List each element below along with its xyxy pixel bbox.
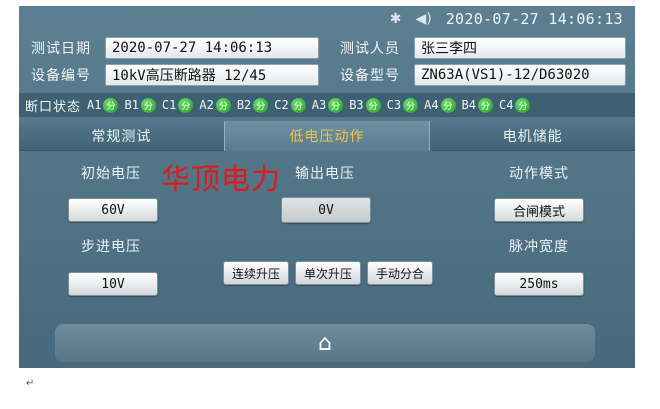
channel-b2: B2 分 xyxy=(236,97,269,113)
tab-low-voltage-action[interactable]: 低电压动作 xyxy=(223,121,431,151)
channel-a1: A1 分 xyxy=(87,97,119,113)
tester-field[interactable]: 张三李四 xyxy=(414,37,626,59)
channel-name: A4 xyxy=(424,98,439,112)
test-date-label: 测试日期 xyxy=(31,41,91,57)
channel-name: C2 xyxy=(274,98,289,112)
pulse-width-button[interactable]: 250ms xyxy=(494,272,584,296)
channel-name: A3 xyxy=(311,98,327,112)
device-no-label: 设备编号 xyxy=(31,68,91,84)
initial-voltage-button[interactable]: 60V xyxy=(68,198,158,222)
channel-state-indicator: 分 xyxy=(328,97,344,113)
channel-c2: C2 分 xyxy=(274,97,306,113)
break-status-bar: 断口状态 A1 分 B1 分 C1 分 A2 分 B2 分 C2 分 A3 分 B3 分 C3 分 A4 分 B4 分 C4… xyxy=(19,93,635,117)
channel-list: A1 分 B1 分 C1 分 A2 分 B2 分 C2 分 A3 分 B3 分 C3 分 A4 分 B4 分 C4 分 xyxy=(87,97,536,113)
break-status-label: 断口状态 xyxy=(25,99,82,115)
tester-label: 测试人员 xyxy=(340,41,400,57)
channel-name: A2 xyxy=(199,98,214,112)
bottom-nav-bar: ⌂ xyxy=(55,324,595,362)
channel-name: C1 xyxy=(161,98,177,112)
tab-bar: 常规测试 低电压动作 电机储能 xyxy=(19,121,635,151)
channel-c3: C3 分 xyxy=(386,97,419,113)
channel-c1: C1 分 xyxy=(161,97,194,113)
action-mode-button[interactable]: 合闸模式 xyxy=(494,198,584,222)
tab-motor-storage[interactable]: 电机储能 xyxy=(430,121,635,151)
channel-name: C3 xyxy=(386,98,402,112)
channel-state-indicator: 分 xyxy=(253,97,269,113)
channel-c4: C4 分 xyxy=(499,97,531,113)
info-row-2: 设备编号 10kV高压断路器 12/45 设备型号 ZN63A(VS1)-12/… xyxy=(19,62,635,88)
brand-watermark: 华顶电力 xyxy=(161,162,282,196)
channel-b1: B1 分 xyxy=(124,97,156,113)
step-voltage-button[interactable]: 10V xyxy=(68,272,158,296)
channel-a4: A4 分 xyxy=(424,97,456,113)
device-model-field[interactable]: ZN63A(VS1)-12/D63020 xyxy=(414,64,626,86)
home-icon[interactable]: ⌂ xyxy=(318,331,332,356)
tab-normal-test[interactable]: 常规测试 xyxy=(19,121,224,151)
channel-b3: B3 分 xyxy=(349,97,381,113)
channel-a2: A2 分 xyxy=(199,97,231,113)
clock: 2020-07-27 14:06:13 xyxy=(445,10,623,28)
test-date-field[interactable]: 2020-07-27 14:06:13 xyxy=(105,37,319,59)
channel-state-indicator: 分 xyxy=(365,97,381,113)
action-mode-label: 动作模式 xyxy=(509,166,569,182)
channel-name: C4 xyxy=(499,98,514,112)
channel-name: B3 xyxy=(349,98,364,112)
single-boost-button[interactable]: 单次升压 xyxy=(295,261,361,285)
channel-name: A1 xyxy=(87,98,102,112)
channel-state-indicator: 分 xyxy=(178,97,194,113)
speaker-icon: ◀) xyxy=(415,11,432,27)
channel-name: B2 xyxy=(236,98,252,112)
channel-state-indicator: 分 xyxy=(140,97,156,113)
device-no-field[interactable]: 10kV高压断路器 12/45 xyxy=(105,64,319,86)
channel-state-indicator: 分 xyxy=(440,97,456,113)
channel-a3: A3 分 xyxy=(311,97,344,113)
channel-b4: B4 分 xyxy=(461,97,493,113)
status-bar: ✱ ◀) 2020-07-27 14:06:13 xyxy=(19,6,635,32)
channel-state-indicator: 分 xyxy=(515,97,531,113)
channel-name: B4 xyxy=(461,98,476,112)
channel-state-indicator: 分 xyxy=(215,97,231,113)
channel-state-indicator: 分 xyxy=(103,97,119,113)
output-voltage-label: 输出电压 xyxy=(295,166,355,182)
bluetooth-icon: ✱ xyxy=(389,11,402,27)
initial-voltage-label: 初始电压 xyxy=(81,166,141,182)
channel-state-indicator: 分 xyxy=(290,97,306,113)
channel-state-indicator: 分 xyxy=(478,97,493,113)
manual-switch-button[interactable]: 手动分合 xyxy=(367,261,433,285)
pulse-width-label: 脉冲宽度 xyxy=(509,239,569,255)
channel-name: B1 xyxy=(124,98,139,112)
step-voltage-label: 步进电压 xyxy=(81,239,141,255)
continuous-boost-button[interactable]: 连续升压 xyxy=(223,261,289,285)
device-screen: ✱ ◀) 2020-07-27 14:06:13 测试日期 2020-07-27… xyxy=(19,6,635,368)
info-row-1: 测试日期 2020-07-27 14:06:13 测试人员 张三李四 xyxy=(19,35,635,61)
output-voltage-display: 0V xyxy=(281,197,371,223)
paragraph-mark: ↵ xyxy=(26,378,35,389)
device-model-label: 设备型号 xyxy=(340,68,400,84)
channel-state-indicator: 分 xyxy=(403,97,419,113)
